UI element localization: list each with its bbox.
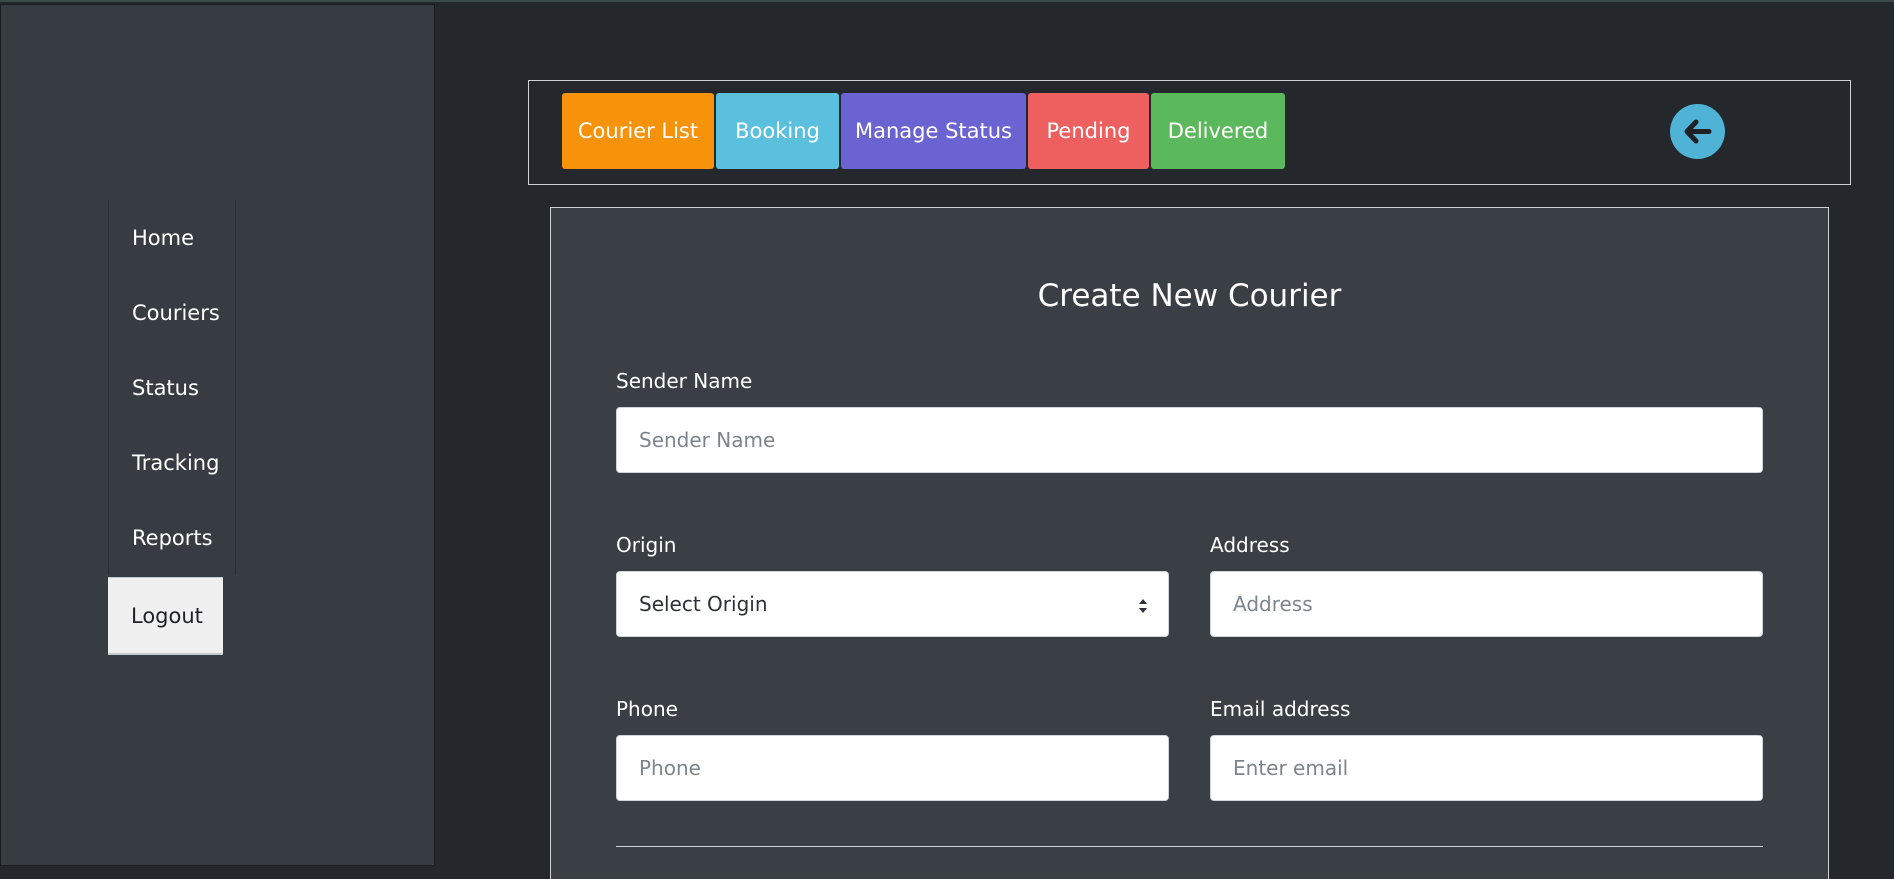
form-divider — [616, 846, 1763, 847]
courier-list-button[interactable]: Courier List — [562, 93, 714, 169]
booking-button[interactable]: Booking — [716, 93, 839, 169]
logout-label: Logout — [131, 603, 203, 628]
email-input[interactable] — [1210, 735, 1763, 801]
manage-status-label: Manage Status — [854, 119, 1012, 143]
sidebar-item-label: Status — [132, 375, 199, 400]
sidebar-item-label: Tracking — [132, 450, 220, 475]
delivered-label: Delivered — [1167, 119, 1269, 143]
create-courier-form: Create New Courier Sender Name Origin Se… — [550, 207, 1829, 879]
sidebar-item-couriers[interactable]: Couriers — [109, 275, 235, 350]
delivered-button[interactable]: Delivered — [1151, 93, 1285, 169]
address-input[interactable] — [1210, 571, 1763, 637]
sidebar-nav: Home Couriers Status Tracking Reports — [108, 200, 236, 575]
sidebar-item-label: Reports — [132, 525, 213, 550]
origin-select[interactable]: Select Origin — [616, 571, 1169, 637]
arrow-left-circle-icon — [1684, 119, 1712, 144]
address-label: Address — [1210, 533, 1290, 557]
sidebar: Home Couriers Status Tracking Reports Lo… — [0, 4, 435, 866]
sidebar-item-reports[interactable]: Reports — [109, 500, 235, 575]
sender-name-label: Sender Name — [616, 369, 753, 393]
select-caret-icon — [1139, 599, 1147, 613]
page: Home Couriers Status Tracking Reports Lo… — [0, 0, 1894, 879]
sidebar-item-tracking[interactable]: Tracking — [109, 425, 235, 500]
phone-input[interactable] — [616, 735, 1169, 801]
sender-name-input[interactable] — [616, 407, 1763, 473]
manage-status-button[interactable]: Manage Status — [841, 93, 1026, 169]
back-button[interactable] — [1670, 104, 1725, 159]
sidebar-item-status[interactable]: Status — [109, 350, 235, 425]
top-toolbar: Courier List Booking Manage Status Pendi… — [528, 80, 1851, 185]
phone-label: Phone — [616, 697, 678, 721]
form-title: Create New Courier — [1037, 278, 1342, 314]
sidebar-item-label: Home — [132, 225, 195, 250]
logout-button[interactable]: Logout — [108, 577, 223, 655]
sidebar-item-home[interactable]: Home — [109, 200, 235, 275]
pending-label: Pending — [1046, 119, 1131, 143]
booking-label: Booking — [735, 119, 820, 143]
origin-selected-value: Select Origin — [639, 592, 768, 616]
email-label: Email address — [1210, 697, 1351, 721]
origin-label: Origin — [616, 533, 677, 557]
courier-list-label: Courier List — [577, 119, 699, 143]
pending-button[interactable]: Pending — [1028, 93, 1149, 169]
sidebar-item-label: Couriers — [132, 300, 220, 325]
